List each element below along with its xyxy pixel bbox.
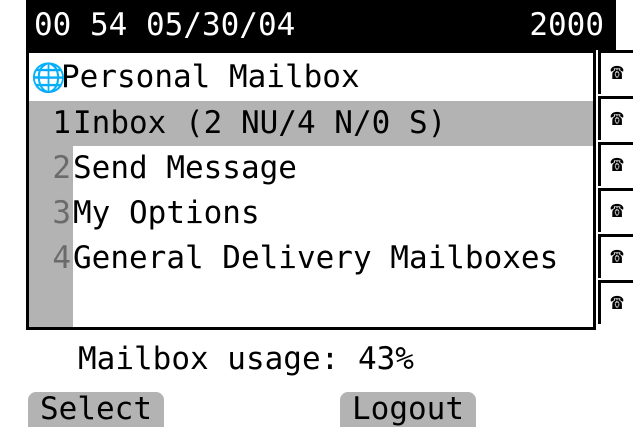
status-bar: 00 54 05/30/04 2000 — [26, 0, 616, 50]
select-softkey[interactable]: Select — [28, 392, 164, 427]
menu-title-label: Personal Mailbox — [61, 59, 360, 95]
mailbox-menu: 🌐Personal Mailbox 1Inbox (2 NU/4 N/0 S) … — [26, 50, 596, 330]
line-key-6[interactable]: ☎ — [598, 280, 633, 324]
menu-item-inbox[interactable]: 1Inbox (2 NU/4 N/0 S) — [29, 101, 593, 146]
menu-item-general-delivery[interactable]: 4General Delivery Mailboxes — [29, 236, 593, 281]
phone-icon: ☎ — [610, 60, 624, 85]
line-key-1[interactable]: ☎ — [598, 50, 633, 94]
phone-icon: ☎ — [610, 106, 624, 131]
globe-icon: 🌐 — [31, 61, 66, 94]
phone-icon: ☎ — [610, 198, 624, 223]
phone-icon: ☎ — [610, 152, 624, 177]
menu-item-label: My Options — [73, 195, 260, 231]
phone-screen: 00 54 05/30/04 2000 🌐Personal Mailbox 1I… — [0, 0, 633, 427]
line-key-2[interactable]: ☎ — [598, 96, 633, 140]
line-key-4[interactable]: ☎ — [598, 188, 633, 232]
menu-item-number: 2 — [52, 150, 71, 186]
menu-item-number: 3 — [52, 195, 71, 231]
menu-title: 🌐Personal Mailbox — [31, 57, 360, 97]
menu-item-label: Send Message — [73, 150, 297, 186]
menu-item-label: Inbox (2 NU/4 N/0 S) — [73, 105, 447, 141]
phone-icon: ☎ — [610, 244, 624, 269]
logout-softkey[interactable]: Logout — [340, 392, 476, 427]
extension-label: 2000 — [529, 7, 604, 43]
menu-item-send-message[interactable]: 2Send Message — [29, 146, 593, 191]
menu-item-number: 1 — [52, 105, 71, 141]
screen-bezel — [0, 0, 26, 427]
mailbox-usage: Mailbox usage: 43% — [78, 341, 414, 377]
line-key-column: ☎ ☎ ☎ ☎ ☎ ☎ — [598, 50, 633, 330]
menu-item-number: 4 — [52, 240, 71, 276]
phone-icon: ☎ — [610, 290, 624, 315]
menu-item-label: General Delivery Mailboxes — [73, 240, 559, 276]
datetime-label: 00 54 05/30/04 — [34, 7, 296, 43]
menu-item-my-options[interactable]: 3My Options — [29, 191, 593, 236]
line-key-5[interactable]: ☎ — [598, 234, 633, 278]
line-key-3[interactable]: ☎ — [598, 142, 633, 186]
